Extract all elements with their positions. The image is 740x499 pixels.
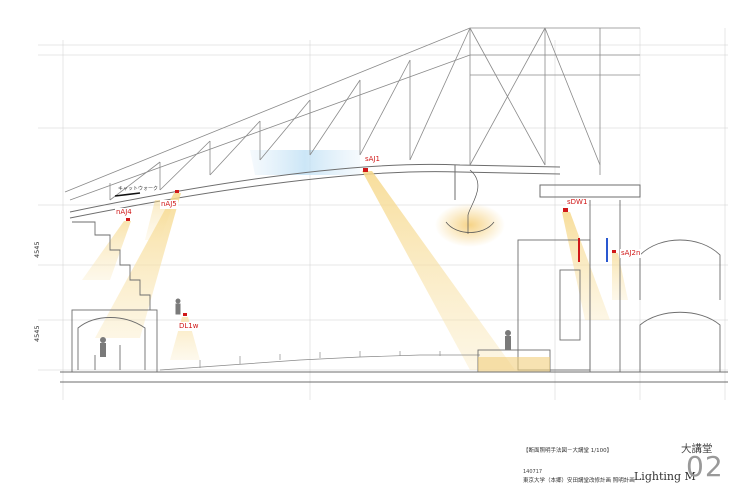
- grid-lines: [38, 28, 728, 400]
- marker-DL1w: [183, 313, 187, 316]
- label-sAJ1: sAJ1: [364, 155, 381, 164]
- marker-sDW1: [563, 208, 568, 212]
- title-block-title: 【断面照明手法図－大講堂 1/100】: [523, 448, 613, 454]
- stage-wall: [477, 200, 721, 373]
- title-block-project: 東京大学（本郷）安田講堂改修計画 照明計画: [523, 478, 635, 484]
- beam-sDW1: [562, 212, 610, 320]
- marker-nAJ5: [175, 190, 179, 193]
- ground: [60, 371, 728, 383]
- beam-sAJ1: [362, 171, 515, 370]
- label-sDW1: sDW1: [566, 198, 589, 207]
- marker-sAJ2n: [612, 250, 616, 253]
- dimension-upper: 4545: [33, 241, 41, 258]
- floor-seats: [159, 351, 480, 371]
- fixture-markers: [126, 168, 616, 316]
- label-sAJ2n: sAJ2n: [620, 249, 642, 258]
- catwalk-note: キャットウォーク: [118, 185, 158, 192]
- label-nAJ4: nAJ4: [115, 208, 133, 217]
- title-block-sheet-number: 02: [686, 450, 724, 483]
- stage-floor-accent: [478, 357, 550, 372]
- red-wall-strip: [578, 238, 580, 262]
- marker-sAJ1: [363, 168, 368, 172]
- skylight-band: [250, 150, 360, 175]
- label-nAJ5: nAJ5: [160, 200, 178, 209]
- blue-wall-strip: [606, 238, 608, 262]
- label-DL1w: DL1w: [178, 322, 200, 331]
- title-block-date: 140717: [523, 469, 543, 475]
- dimension-lower: 4545: [33, 325, 41, 342]
- marker-nAJ4: [126, 218, 130, 221]
- beam-nAJ4: [82, 221, 131, 280]
